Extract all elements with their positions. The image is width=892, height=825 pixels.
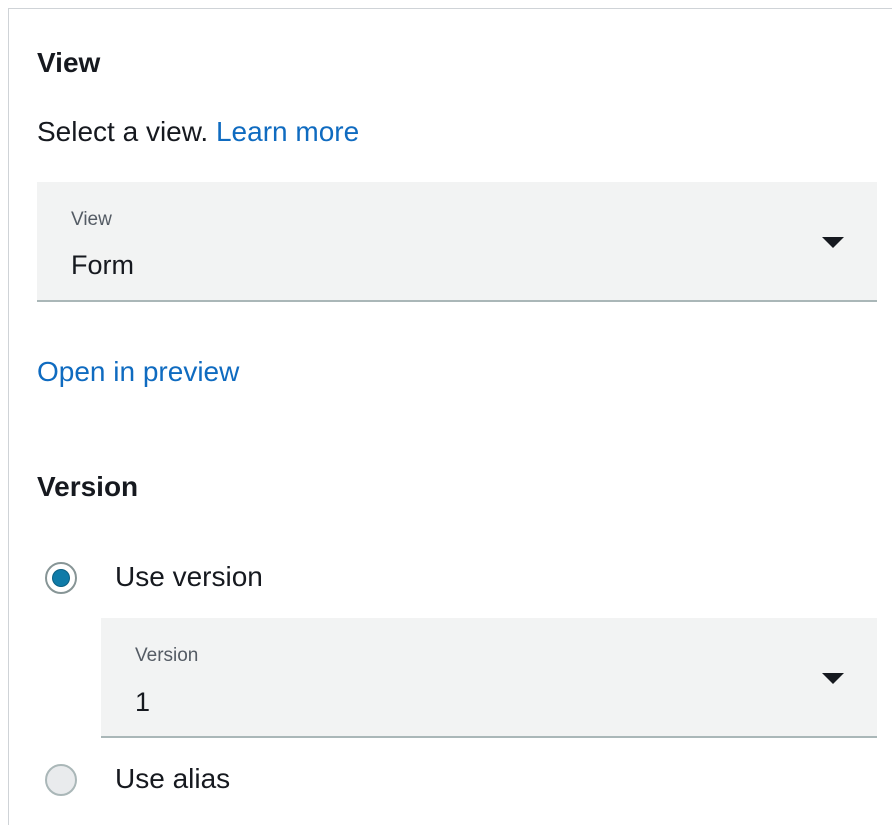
learn-more-link[interactable]: Learn more — [216, 116, 359, 147]
form-panel: View Select a view. Learn more View Form… — [8, 8, 892, 825]
version-select-label: Version — [135, 645, 199, 666]
open-in-preview-link[interactable]: Open in preview — [37, 356, 239, 388]
caret-down-icon[interactable] — [822, 673, 844, 684]
radio-unchecked-icon[interactable] — [45, 764, 77, 796]
view-description-text: Select a view. — [37, 116, 209, 147]
version-section-title: Version — [37, 471, 139, 502]
use-version-label[interactable]: Use version — [115, 561, 263, 593]
view-select-value: Form — [71, 250, 134, 280]
radio-checked-icon[interactable] — [45, 562, 77, 594]
view-select-label: View — [71, 209, 112, 230]
use-alias-label[interactable]: Use alias — [115, 763, 230, 795]
caret-down-icon[interactable] — [822, 237, 844, 248]
use-alias-radio-option[interactable]: Use alias — [45, 762, 445, 802]
radio-dot — [53, 570, 69, 586]
view-description: Select a view. Learn more — [37, 116, 359, 148]
version-select[interactable]: Version 1 — [101, 618, 877, 738]
use-version-radio-option[interactable]: Use version — [45, 560, 445, 600]
view-section-title: View — [37, 47, 101, 78]
version-select-value: 1 — [135, 687, 151, 717]
view-select[interactable]: View Form — [37, 182, 877, 302]
